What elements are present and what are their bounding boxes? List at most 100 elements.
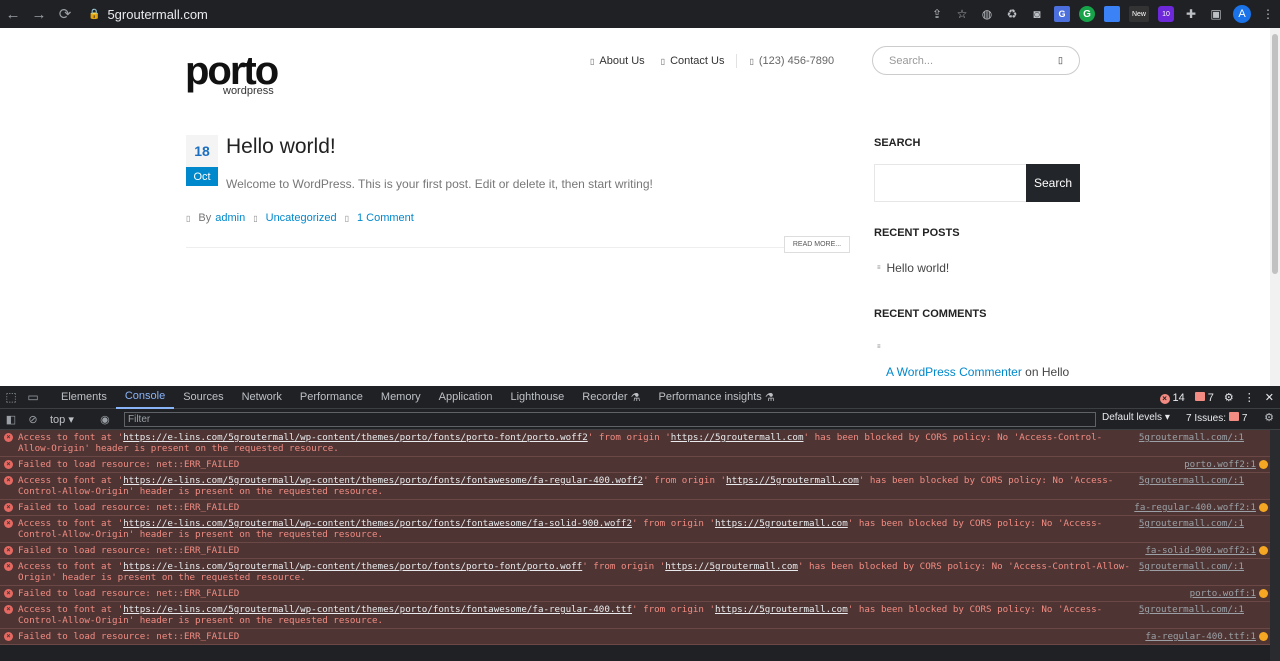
more-options-icon[interactable]: ⋮ (1244, 391, 1255, 404)
puzzle-icon[interactable]: ✚ (1183, 6, 1199, 22)
network-icon[interactable] (1259, 503, 1268, 512)
console-error-row[interactable]: × Access to font at 'https://e-lins.com/5… (0, 473, 1280, 500)
badge-extension-icon[interactable]: 10 (1158, 6, 1174, 22)
scrollbar-thumb[interactable] (1272, 34, 1278, 274)
sidebar-icon[interactable]: ▣ (1208, 6, 1224, 22)
source-link[interactable]: 5groutermall.com/:1 (1139, 518, 1244, 529)
origin-link[interactable]: https://5groutermall.com (671, 432, 804, 443)
tab-network[interactable]: Network (233, 386, 291, 409)
share-icon[interactable]: ⇪ (929, 6, 945, 22)
inspect-icon[interactable]: ⬚ (0, 390, 22, 404)
menu-icon[interactable]: ⋮ (1260, 6, 1276, 22)
source-link[interactable]: 5groutermall.com/:1 (1139, 432, 1244, 443)
console-error-row[interactable]: × Access to font at 'https://e-lins.com/5… (0, 430, 1280, 457)
search-icon[interactable]: ▯ (1058, 55, 1063, 66)
error-counter[interactable]: × 14 (1159, 392, 1185, 404)
address-bar[interactable]: 🔒 5groutermall.com (88, 4, 208, 24)
source-link[interactable]: porto.woff:1 (1190, 588, 1256, 599)
tab-recorder[interactable]: Recorder ⚗ (573, 386, 649, 409)
context-selector[interactable]: top ▾ (50, 413, 74, 426)
tab-performance-insights[interactable]: Performance insights ⚗ (649, 386, 783, 409)
page-scrollbar[interactable] (1270, 28, 1280, 386)
tab-performance[interactable]: Performance (291, 386, 372, 409)
tab-lighthouse[interactable]: Lighthouse (501, 386, 573, 409)
source-link[interactable]: 5groutermall.com/:1 (1139, 475, 1244, 486)
origin-link[interactable]: https://5groutermall.com (665, 561, 798, 572)
font-url-link[interactable]: https://e-lins.com/5groutermall/wp-conte… (123, 604, 632, 615)
grammarly-icon[interactable]: G (1079, 6, 1095, 22)
post-title[interactable]: Hello world! (226, 135, 336, 159)
nav-contact-us[interactable]: ▯ Contact Us (661, 54, 725, 68)
console-error-row[interactable]: × Failed to load resource: net::ERR_FAILE… (0, 543, 1280, 559)
forward-icon[interactable]: → (26, 1, 52, 27)
tab-console[interactable]: Console (115, 386, 175, 409)
origin-link[interactable]: https://5groutermall.com (715, 604, 848, 615)
eye-icon[interactable]: ◉ (94, 413, 116, 426)
console-error-row[interactable]: × Access to font at 'https://e-lins.com/5… (0, 602, 1280, 629)
post-author-link[interactable]: admin (215, 212, 245, 224)
error-icon: × (1159, 393, 1170, 404)
sidebar-search-button[interactable]: Search (1026, 164, 1080, 202)
network-icon[interactable] (1259, 460, 1268, 469)
tab-elements[interactable]: Elements (52, 386, 116, 409)
source-link[interactable]: 5groutermall.com/:1 (1139, 561, 1244, 572)
source-link[interactable]: fa-solid-900.woff2:1 (1145, 545, 1256, 556)
back-icon[interactable]: ← (0, 1, 26, 27)
console-error-row[interactable]: × Access to font at 'https://e-lins.com/5… (0, 559, 1280, 586)
warning-counter[interactable]: 7 (1194, 391, 1214, 404)
console-error-row[interactable]: × Failed to load resource: net::ERR_FAILE… (0, 457, 1280, 473)
console-filter-input[interactable]: Filter (124, 412, 1096, 427)
origin-link[interactable]: https://5groutermall.com (715, 518, 848, 529)
console-error-row[interactable]: × Access to font at 'https://e-lins.com/5… (0, 516, 1280, 543)
sidebar-toggle-icon[interactable]: ◧ (0, 413, 22, 426)
camera-icon[interactable]: ◙ (1029, 6, 1045, 22)
console-scrollbar[interactable] (1270, 430, 1280, 661)
network-icon[interactable] (1259, 632, 1268, 641)
close-icon[interactable]: ✕ (1265, 391, 1274, 404)
star-icon[interactable]: ☆ (954, 6, 970, 22)
source-link[interactable]: 5groutermall.com/:1 (1139, 604, 1244, 615)
clear-console-icon[interactable]: ⊘ (22, 413, 44, 426)
url-text[interactable]: 5groutermall.com (107, 7, 207, 22)
console-error-row[interactable]: × Failed to load resource: net::ERR_FAILE… (0, 500, 1280, 516)
nav-about-us[interactable]: ▯ About Us (590, 54, 645, 68)
recent-post-link[interactable]: Hello world! (887, 261, 950, 275)
device-toggle-icon[interactable]: ▭ (22, 390, 44, 404)
site-logo[interactable]: porto wordpress (185, 51, 279, 97)
error-message: ' from origin ' (632, 518, 715, 529)
header-search-input[interactable]: Search... ▯ (872, 46, 1080, 75)
source-link[interactable]: fa-regular-400.ttf:1 (1145, 631, 1256, 642)
reload-icon[interactable]: ⟳ (52, 1, 78, 27)
post-comments-link[interactable]: 1 Comment (357, 212, 414, 224)
recycle-icon[interactable]: ♻ (1004, 6, 1020, 22)
font-url-link[interactable]: https://e-lins.com/5groutermall/wp-conte… (123, 475, 643, 486)
source-link[interactable]: fa-regular-400.woff2:1 (1134, 502, 1256, 513)
log-levels-dropdown[interactable]: Default levels ▾ (1102, 412, 1170, 423)
avatar[interactable]: A (1233, 5, 1251, 23)
read-more-button[interactable]: READ MORE... (784, 236, 850, 253)
sidebar-search-input[interactable] (874, 164, 1028, 202)
chevron-down-icon: ▾ (68, 413, 74, 426)
settings-gear-icon[interactable]: ⚙ (1224, 391, 1234, 404)
source-link[interactable]: porto.woff2:1 (1184, 459, 1256, 470)
post-category-link[interactable]: Uncategorized (266, 212, 337, 224)
network-icon[interactable] (1259, 589, 1268, 598)
network-icon[interactable] (1259, 546, 1268, 555)
docs-icon[interactable] (1104, 6, 1120, 22)
translate-icon[interactable]: G (1054, 6, 1070, 22)
commenter-link[interactable]: A WordPress Commenter (886, 365, 1022, 379)
tab-sources[interactable]: Sources (174, 386, 232, 409)
recent-post-item[interactable]: ≡ Hello world! (877, 261, 949, 275)
issues-counter[interactable]: 7 Issues: 7 (1186, 412, 1247, 424)
console-error-row[interactable]: × Failed to load resource: net::ERR_FAILE… (0, 629, 1280, 645)
tab-application[interactable]: Application (430, 386, 502, 409)
globe-icon[interactable]: ◍ (979, 6, 995, 22)
font-url-link[interactable]: https://e-lins.com/5groutermall/wp-conte… (123, 432, 588, 443)
tab-memory[interactable]: Memory (372, 386, 430, 409)
font-url-link[interactable]: https://e-lins.com/5groutermall/wp-conte… (123, 518, 632, 529)
console-error-row[interactable]: × Failed to load resource: net::ERR_FAILE… (0, 586, 1280, 602)
origin-link[interactable]: https://5groutermall.com (726, 475, 859, 486)
font-url-link[interactable]: https://e-lins.com/5groutermall/wp-conte… (123, 561, 582, 572)
console-settings-icon[interactable]: ⚙ (1264, 411, 1274, 424)
new-extension-icon[interactable]: New (1129, 6, 1149, 22)
